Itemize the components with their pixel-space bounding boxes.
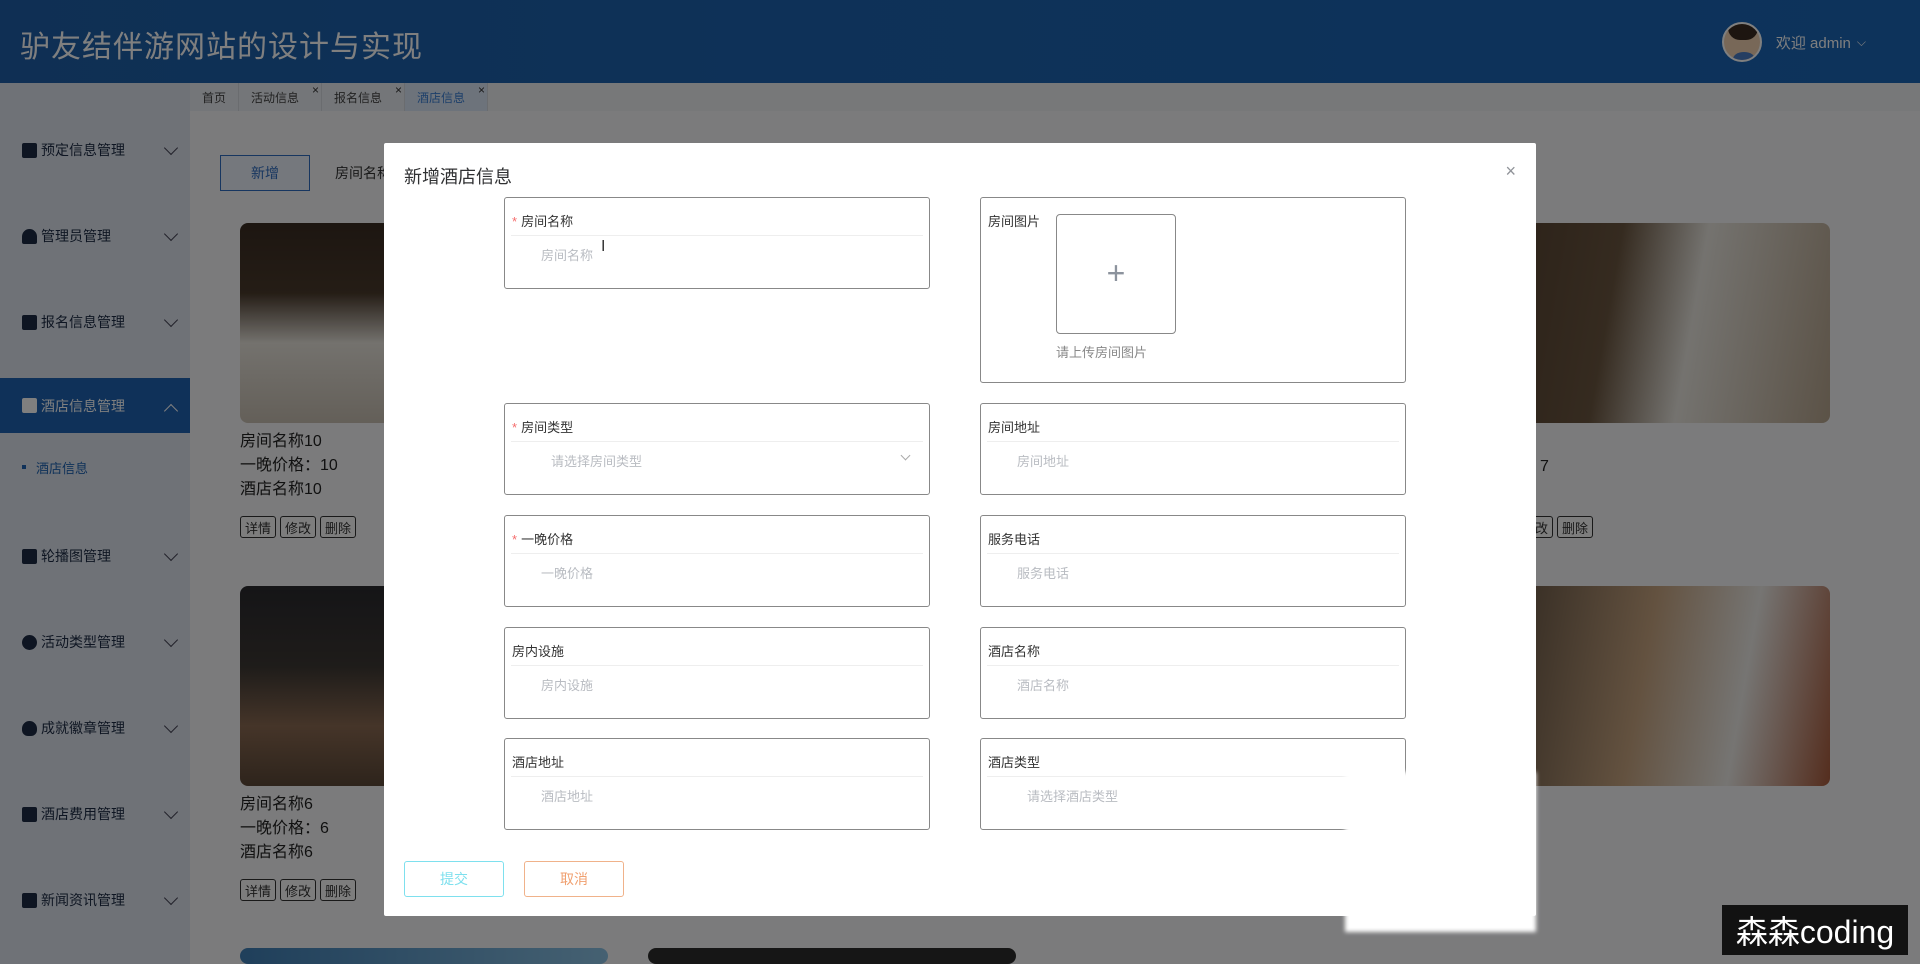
- room-address-field[interactable]: 房间地址 房间地址: [980, 403, 1406, 495]
- room-type-select[interactable]: 请选择房间类型: [551, 451, 642, 470]
- hotel-address-field[interactable]: 酒店地址 酒店地址: [504, 738, 930, 830]
- upload-tip: 请上传房间图片: [1056, 345, 1148, 360]
- field-label: 房间图片: [988, 214, 1041, 229]
- divider: [511, 553, 923, 554]
- field-label: 房内设施: [512, 644, 565, 659]
- field-label: 房间地址: [988, 420, 1041, 435]
- render-artifact: [1345, 772, 1536, 932]
- room-name-field[interactable]: * 房间名称 房间名称: [504, 197, 930, 289]
- field-label: 酒店地址: [512, 755, 565, 770]
- room-type-field[interactable]: * 房间类型 请选择房间类型: [504, 403, 930, 495]
- divider: [987, 553, 1399, 554]
- divider: [511, 776, 923, 777]
- submit-button[interactable]: 提交: [404, 861, 504, 897]
- divider: [511, 665, 923, 666]
- service-phone-field[interactable]: 服务电话 服务电话: [980, 515, 1406, 607]
- field-label: 酒店类型: [988, 755, 1041, 770]
- chevron-down-icon[interactable]: [900, 450, 911, 461]
- field-label: * 房间类型: [512, 420, 574, 435]
- facilities-field[interactable]: 房内设施 房内设施: [504, 627, 930, 719]
- plus-icon: +: [1106, 254, 1126, 291]
- dialog-title: 新增酒店信息: [404, 167, 512, 187]
- field-label: 服务电话: [988, 532, 1041, 547]
- room-image-field: 房间图片 + 请上传房间图片: [980, 197, 1406, 383]
- divider: [987, 776, 1399, 777]
- cancel-button[interactable]: 取消: [524, 861, 624, 897]
- hotel-name-input[interactable]: 酒店名称: [1017, 675, 1069, 694]
- price-field[interactable]: * 一晚价格 一晚价格: [504, 515, 930, 607]
- facilities-input[interactable]: 房内设施: [541, 675, 593, 694]
- divider: [987, 665, 1399, 666]
- field-label: 酒店名称: [988, 644, 1041, 659]
- divider: [511, 441, 923, 442]
- room-address-input[interactable]: 房间地址: [1017, 451, 1069, 470]
- image-upload-button[interactable]: +: [1056, 214, 1176, 334]
- field-label: * 一晚价格: [512, 532, 574, 547]
- hotel-type-select[interactable]: 请选择酒店类型: [1027, 786, 1118, 805]
- text-cursor-icon: I: [601, 238, 606, 255]
- price-input[interactable]: 一晚价格: [541, 563, 593, 582]
- field-label: * 房间名称: [512, 214, 574, 229]
- room-name-input[interactable]: 房间名称: [541, 245, 593, 264]
- divider: [511, 235, 923, 236]
- hotel-address-input[interactable]: 酒店地址: [541, 786, 593, 805]
- hotel-name-field[interactable]: 酒店名称 酒店名称: [980, 627, 1406, 719]
- watermark: 森森coding: [1722, 905, 1908, 955]
- hotel-type-field[interactable]: 酒店类型 请选择酒店类型: [980, 738, 1406, 830]
- service-phone-input[interactable]: 服务电话: [1017, 563, 1069, 582]
- divider: [987, 441, 1399, 442]
- close-icon[interactable]: ×: [1505, 161, 1516, 182]
